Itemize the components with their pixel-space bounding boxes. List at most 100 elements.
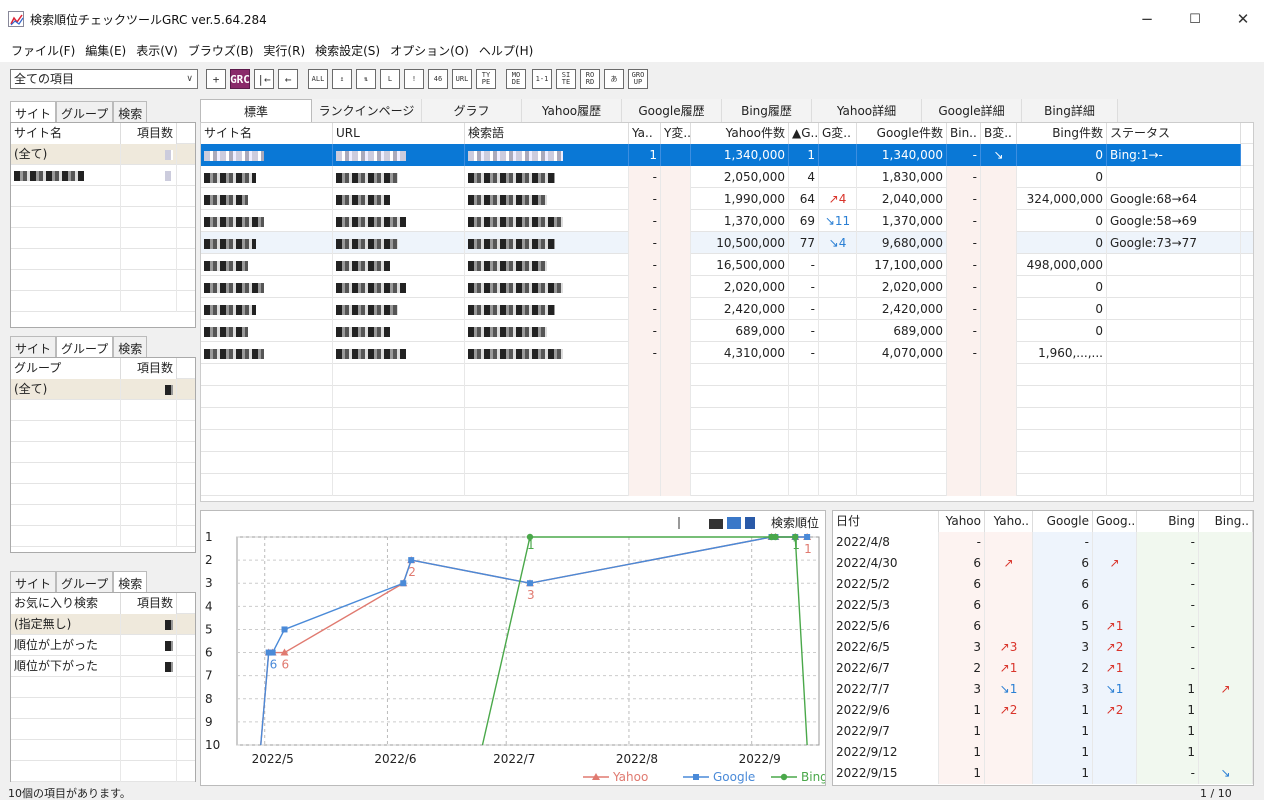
main-tab-5[interactable]: Bing履歴 — [722, 99, 812, 123]
main-tab-7[interactable]: Google詳細 — [922, 99, 1022, 123]
toolbar-button-11[interactable]: TY PE — [476, 69, 496, 89]
menu-item-7[interactable]: ヘルプ(H) — [474, 42, 538, 59]
table-icon[interactable] — [745, 517, 755, 529]
list-item[interactable] — [11, 421, 195, 442]
list-item[interactable] — [11, 228, 195, 249]
toolbar-button-8[interactable]: ! — [404, 69, 424, 89]
table-row[interactable]: -1,370,000 69 ↘11 1,370,000-0 Google:58→69 — [201, 210, 1253, 232]
list-item[interactable] — [11, 526, 195, 547]
menu-item-4[interactable]: 実行(R) — [258, 42, 310, 59]
history-row[interactable]: 2022/4/30 6 ↗ 6 ↗ - — [833, 553, 1253, 574]
history-row[interactable]: 2022/4/8- - - — [833, 532, 1253, 553]
main-tab-1[interactable]: ランクインページ — [312, 99, 422, 123]
column-header[interactable]: 項目数 — [121, 593, 177, 614]
toolbar-button-7[interactable]: L — [380, 69, 400, 89]
maximize-button[interactable]: ☐ — [1172, 0, 1218, 38]
table-row[interactable]: -10,500,000 77 ↘4 9,680,000-0 Google:73→77 — [201, 232, 1253, 254]
list-item[interactable]: (全て) — [11, 379, 195, 400]
toolbar-button-3[interactable]: ← — [278, 69, 298, 89]
list-item[interactable] — [11, 463, 195, 484]
toolbar-button-6[interactable]: ⇅ — [356, 69, 376, 89]
menu-item-2[interactable]: 表示(V) — [131, 42, 183, 59]
history-column-header[interactable]: Bing.. — [1199, 511, 1253, 532]
list-item[interactable] — [11, 270, 195, 291]
column-header-8[interactable]: Google件数 — [857, 123, 947, 144]
toolbar-button-1[interactable]: GRC — [230, 69, 250, 89]
toolbar-button-9[interactable]: 46 — [428, 69, 448, 89]
column-header[interactable]: サイト名 — [11, 123, 121, 144]
history-row[interactable]: 2022/9/7 1 1 1 — [833, 721, 1253, 742]
table-row[interactable] — [201, 364, 1253, 386]
list-item[interactable] — [11, 740, 195, 761]
column-header[interactable]: グループ — [11, 358, 121, 379]
history-row[interactable]: 2022/9/15 1 1- ↘ — [833, 763, 1253, 784]
history-row[interactable]: 2022/9/6 1 ↗2 1 ↗2 1 — [833, 700, 1253, 721]
column-header-11[interactable]: Bing件数 — [1017, 123, 1107, 144]
toolbar-button-2[interactable]: |← — [254, 69, 274, 89]
list-item[interactable] — [11, 186, 195, 207]
column-header-7[interactable]: G変.. — [819, 123, 857, 144]
column-header-3[interactable]: Ya.. — [629, 123, 661, 144]
menu-item-1[interactable]: 編集(E) — [80, 42, 131, 59]
list-item[interactable] — [11, 719, 195, 740]
toolbar-button-5[interactable]: ↥ — [332, 69, 352, 89]
column-header[interactable]: お気に入り検索 — [11, 593, 121, 614]
history-row[interactable]: 2022/9/12 1 1 1 — [833, 742, 1253, 763]
history-column-header[interactable]: Yahoo — [939, 511, 985, 532]
history-column-header[interactable]: Yaho.. — [985, 511, 1033, 532]
column-header-6[interactable]: ▲G.. — [789, 123, 819, 144]
list-item[interactable] — [11, 165, 195, 186]
list-item[interactable]: 順位が上がった — [11, 635, 195, 656]
column-header-9[interactable]: Bin.. — [947, 123, 981, 144]
table-row[interactable]: -1,990,000 64 ↗4 2,040,000-324,000,000 Googl… — [201, 188, 1253, 210]
toolbar-button-15[interactable]: RO RD — [580, 69, 600, 89]
minimize-button[interactable]: − — [1124, 0, 1170, 38]
main-tab-8[interactable]: Bing詳細 — [1022, 99, 1118, 123]
main-tab-4[interactable]: Google履歴 — [622, 99, 722, 123]
table-row[interactable]: -2,020,000-2,020,000-0 — [201, 276, 1253, 298]
toolbar-button-16[interactable]: あ — [604, 69, 624, 89]
column-header-2[interactable]: 検索語 — [465, 123, 629, 144]
table-row[interactable]: 1 1,340,000 1 1,340,000- ↘ 0 Bing:1→- — [201, 144, 1253, 166]
list-item[interactable]: (指定無し) — [11, 614, 195, 635]
column-header-4[interactable]: Y変.. — [661, 123, 691, 144]
history-column-header[interactable]: 日付 — [833, 511, 939, 532]
list-item[interactable] — [11, 400, 195, 421]
column-header[interactable]: 項目数 — [121, 123, 177, 144]
table-row[interactable] — [201, 386, 1253, 408]
line-chart-icon[interactable] — [727, 517, 741, 529]
history-row[interactable]: 2022/5/2 6 6- — [833, 574, 1253, 595]
column-header-5[interactable]: Yahoo件数 — [691, 123, 789, 144]
history-column-header[interactable]: Google — [1033, 511, 1093, 532]
toolbar-button-12[interactable]: MO DE — [506, 69, 526, 89]
table-row[interactable]: -2,420,000-2,420,000-0 — [201, 298, 1253, 320]
filter-dropdown[interactable]: 全ての項目 ∨ — [10, 69, 198, 89]
history-row[interactable]: 2022/7/7 3 ↘1 3 ↘1 1 ↗ — [833, 679, 1253, 700]
list-item[interactable] — [11, 505, 195, 526]
toolbar-button-0[interactable]: + — [206, 69, 226, 89]
table-row[interactable]: -4,310,000-4,070,000-1,960,...,... — [201, 342, 1253, 364]
column-header-0[interactable]: サイト名 — [201, 123, 333, 144]
list-item[interactable] — [11, 291, 195, 312]
list-item[interactable] — [11, 249, 195, 270]
toolbar-button-13[interactable]: 1-1 — [532, 69, 552, 89]
main-tab-0[interactable]: 標準 — [200, 99, 312, 123]
main-tab-2[interactable]: グラフ — [422, 99, 522, 123]
menu-item-5[interactable]: 検索設定(S) — [310, 42, 385, 59]
menu-item-3[interactable]: ブラウズ(B) — [183, 42, 259, 59]
main-tab-3[interactable]: Yahoo履歴 — [522, 99, 622, 123]
history-column-header[interactable]: Bing — [1137, 511, 1199, 532]
close-button[interactable]: ✕ — [1220, 0, 1264, 38]
table-row[interactable] — [201, 452, 1253, 474]
main-tab-6[interactable]: Yahoo詳細 — [812, 99, 922, 123]
list-item[interactable] — [11, 761, 195, 782]
toolbar-button-10[interactable]: URL — [452, 69, 472, 89]
history-column-header[interactable]: Goog.. — [1093, 511, 1137, 532]
table-row[interactable] — [201, 474, 1253, 496]
table-row[interactable]: -16,500,000-17,100,000-498,000,000 — [201, 254, 1253, 276]
list-item[interactable] — [11, 677, 195, 698]
toolbar-button-4[interactable]: ALL — [308, 69, 328, 89]
history-row[interactable]: 2022/6/7 2 ↗1 2 ↗1- — [833, 658, 1253, 679]
column-header-10[interactable]: B変.. — [981, 123, 1017, 144]
list-item[interactable] — [11, 484, 195, 505]
